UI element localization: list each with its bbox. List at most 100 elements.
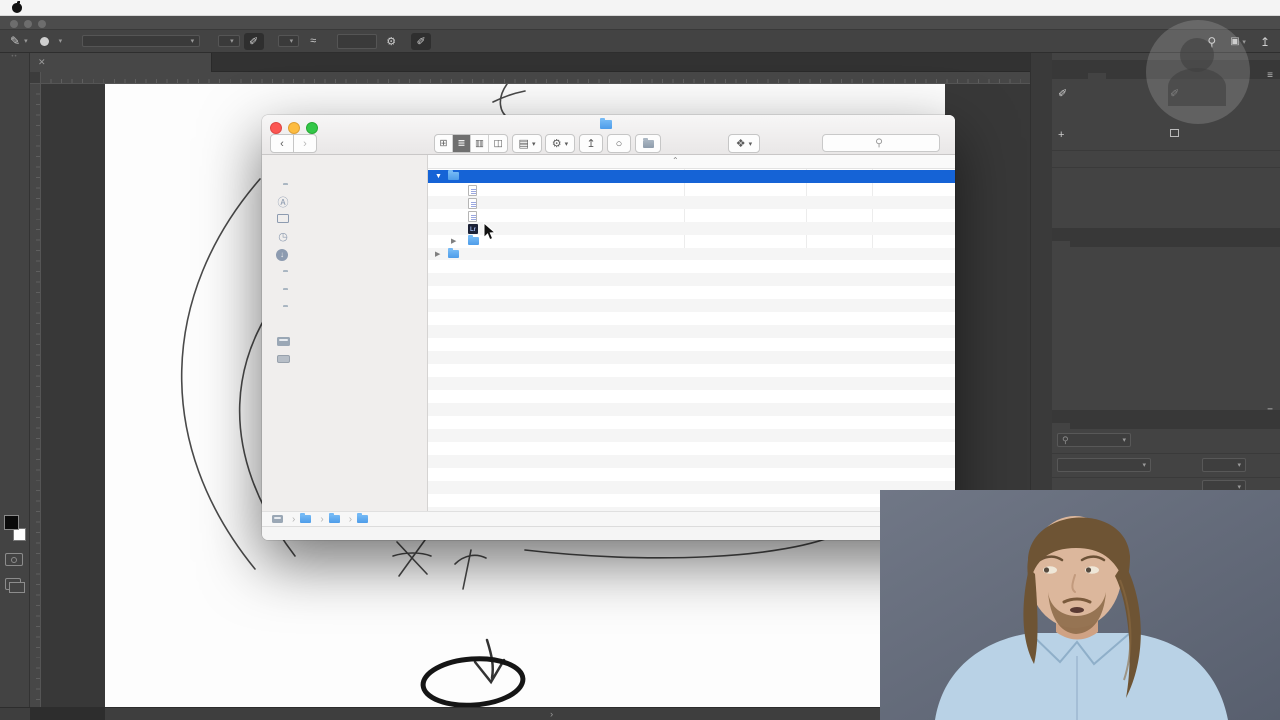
search-field[interactable]: ⚲: [822, 134, 940, 152]
screen-mode-icon[interactable]: [5, 578, 21, 590]
opacity-dropdown[interactable]: ▾: [218, 35, 240, 47]
sidebar-item-yandex-disk[interactable]: [276, 176, 296, 193]
ruler-h: [41, 72, 1030, 84]
layer-filter-dropdown[interactable]: ⚲ ▾: [1057, 433, 1131, 447]
screen: ✎ ▾ ▾ ▾ ▾ ✐ ▾: [0, 0, 1280, 720]
dropbox-button[interactable]: ❖▾: [728, 134, 760, 153]
layers-opacity-field[interactable]: ▾: [1202, 458, 1246, 472]
column-view-icon[interactable]: ▥: [471, 135, 489, 152]
sidebar-item-sandisk32gb[interactable]: [276, 281, 296, 298]
search-icon: ⚲: [875, 137, 883, 149]
file-row-catcc-lesson-1-intro[interactable]: ▼: [428, 170, 955, 183]
adjustments-panel-tabs: ≡: [1052, 228, 1280, 247]
blend-mode-dropdown[interactable]: ▾: [82, 35, 200, 47]
sidebar-item-desktop[interactable]: [276, 211, 296, 228]
group-button[interactable]: ▤▾: [512, 134, 542, 153]
blend-mode-dropdown-layers[interactable]: ▾: [1057, 458, 1151, 472]
folder-icon: [357, 515, 368, 523]
toolbar-grip-icon[interactable]: ••: [0, 53, 29, 61]
file-row-lrcat[interactable]: Lr: [428, 222, 955, 235]
tab-paths[interactable]: [1088, 423, 1106, 429]
watermark-logo: [1146, 20, 1250, 124]
smoothing-gear-icon[interactable]: ⚙: [381, 33, 401, 50]
foreground-color-swatch[interactable]: [4, 515, 19, 530]
selection-size-icon: [1170, 129, 1179, 137]
brush-preset-chevron-icon[interactable]: ▾: [24, 37, 28, 45]
file-row-previews-lrdata[interactable]: [428, 196, 955, 209]
finder-status-bar: [262, 526, 955, 540]
disclosure-closed-icon[interactable]: ▶: [451, 235, 456, 248]
view-switcher[interactable]: ⊞ ≣ ▥ ◫: [434, 134, 508, 153]
share-button[interactable]: ↥: [579, 134, 603, 153]
back-button[interactable]: ‹: [270, 134, 294, 153]
chevron-down-icon: ▾: [290, 37, 294, 45]
tab-histogram[interactable]: [1052, 73, 1070, 79]
path-item-macintosh-hd[interactable]: [272, 515, 287, 523]
sidebar-item-macintosh-hd[interactable]: [276, 334, 296, 351]
airbrush-toggle-icon[interactable]: ✐: [411, 33, 431, 50]
sidebar-item-mac-mini[interactable]: [276, 351, 296, 368]
apple-menu-icon[interactable]: [12, 3, 22, 13]
tab-info[interactable]: [1088, 73, 1106, 79]
finder-titlebar[interactable]: ‹ › ⊞ ≣ ▥ ◫ ▤▾ ⚙▾ ↥ ○ ❖▾ ⚲: [262, 115, 955, 155]
panel-menu-icon[interactable]: ≡: [1267, 70, 1274, 81]
file-row-helper-lrdata[interactable]: [428, 183, 955, 196]
smoothing-field[interactable]: [337, 34, 377, 49]
tags-button[interactable]: ○: [607, 134, 631, 153]
file-row-lightroom-settings[interactable]: ▶: [428, 235, 955, 248]
folder-icon: [300, 515, 311, 523]
status-chevron-icon[interactable]: ›: [550, 709, 553, 720]
folder-icon: [600, 120, 612, 129]
path-item-photo[interactable]: [300, 515, 315, 523]
brush-preview-icon[interactable]: [40, 37, 49, 46]
tab-adjustments[interactable]: [1052, 241, 1070, 247]
folder-icon: [329, 515, 340, 523]
disclosure-open-icon[interactable]: ▼: [435, 170, 442, 183]
path-item-catcc-lesson-1-intro[interactable]: [357, 515, 372, 523]
sidebar-item-recents[interactable]: ◷: [276, 228, 296, 245]
file-row-smart-previews-lrdata[interactable]: [428, 209, 955, 222]
minimize-window-icon[interactable]: [24, 20, 32, 28]
tab-brushes[interactable]: [1070, 241, 1088, 247]
action-gear-button[interactable]: ⚙▾: [545, 134, 575, 153]
new-folder-button[interactable]: [635, 134, 661, 153]
chevron-down-icon: ▾: [230, 37, 234, 45]
path-bar: › › ›: [262, 511, 955, 526]
tab-navigator[interactable]: [1070, 73, 1088, 79]
sidebar-item-photo[interactable]: [276, 263, 296, 280]
pressure-opacity-icon[interactable]: ✐: [244, 33, 264, 50]
crosshair-icon: +: [1058, 129, 1064, 141]
sort-ascending-icon: ⌃: [672, 156, 679, 165]
photoshop-title-bar: [0, 16, 1280, 30]
tab-channels[interactable]: [1070, 423, 1088, 429]
brush-picker-chevron-icon[interactable]: ▾: [59, 37, 63, 45]
ps-toolbar: ••: [0, 53, 30, 707]
path-item-lesson-folder[interactable]: [329, 515, 344, 523]
sidebar-item-downloads[interactable]: ↓: [276, 246, 294, 263]
list-header: ⌃: [428, 155, 955, 169]
eyedropper-rgb-icon: ✐: [1058, 87, 1067, 100]
sidebar-item-applications[interactable]: Ⓐ: [276, 193, 296, 210]
chevron-down-icon: ▾: [191, 37, 195, 45]
list-view-icon[interactable]: ≣: [453, 135, 471, 152]
forward-button[interactable]: ›: [293, 134, 317, 153]
coverflow-view-icon[interactable]: ◫: [489, 135, 507, 152]
document-tab[interactable]: ✕: [30, 53, 212, 72]
close-tab-icon[interactable]: ✕: [38, 57, 46, 68]
macos-menu-bar: [0, 0, 1280, 16]
icon-view-icon[interactable]: ⊞: [435, 135, 453, 152]
webcam-overlay: [880, 490, 1280, 720]
color-swatches[interactable]: [4, 515, 26, 541]
tab-layers[interactable]: [1052, 423, 1070, 429]
list-empty-area: [428, 260, 955, 511]
document-tab-bar: ✕: [30, 53, 1030, 72]
flow-dropdown[interactable]: ▾: [278, 35, 300, 47]
drive-icon: [272, 515, 283, 523]
quick-mask-icon[interactable]: [5, 553, 23, 566]
airbrush-icon[interactable]: ≈: [303, 33, 323, 50]
close-window-icon[interactable]: [10, 20, 18, 28]
zoom-window-icon[interactable]: [38, 20, 46, 28]
brush-tool-preset-icon[interactable]: ✎: [10, 34, 20, 48]
share-icon[interactable]: ↥: [1260, 35, 1270, 49]
sidebar-item-profileschool[interactable]: [276, 298, 296, 315]
